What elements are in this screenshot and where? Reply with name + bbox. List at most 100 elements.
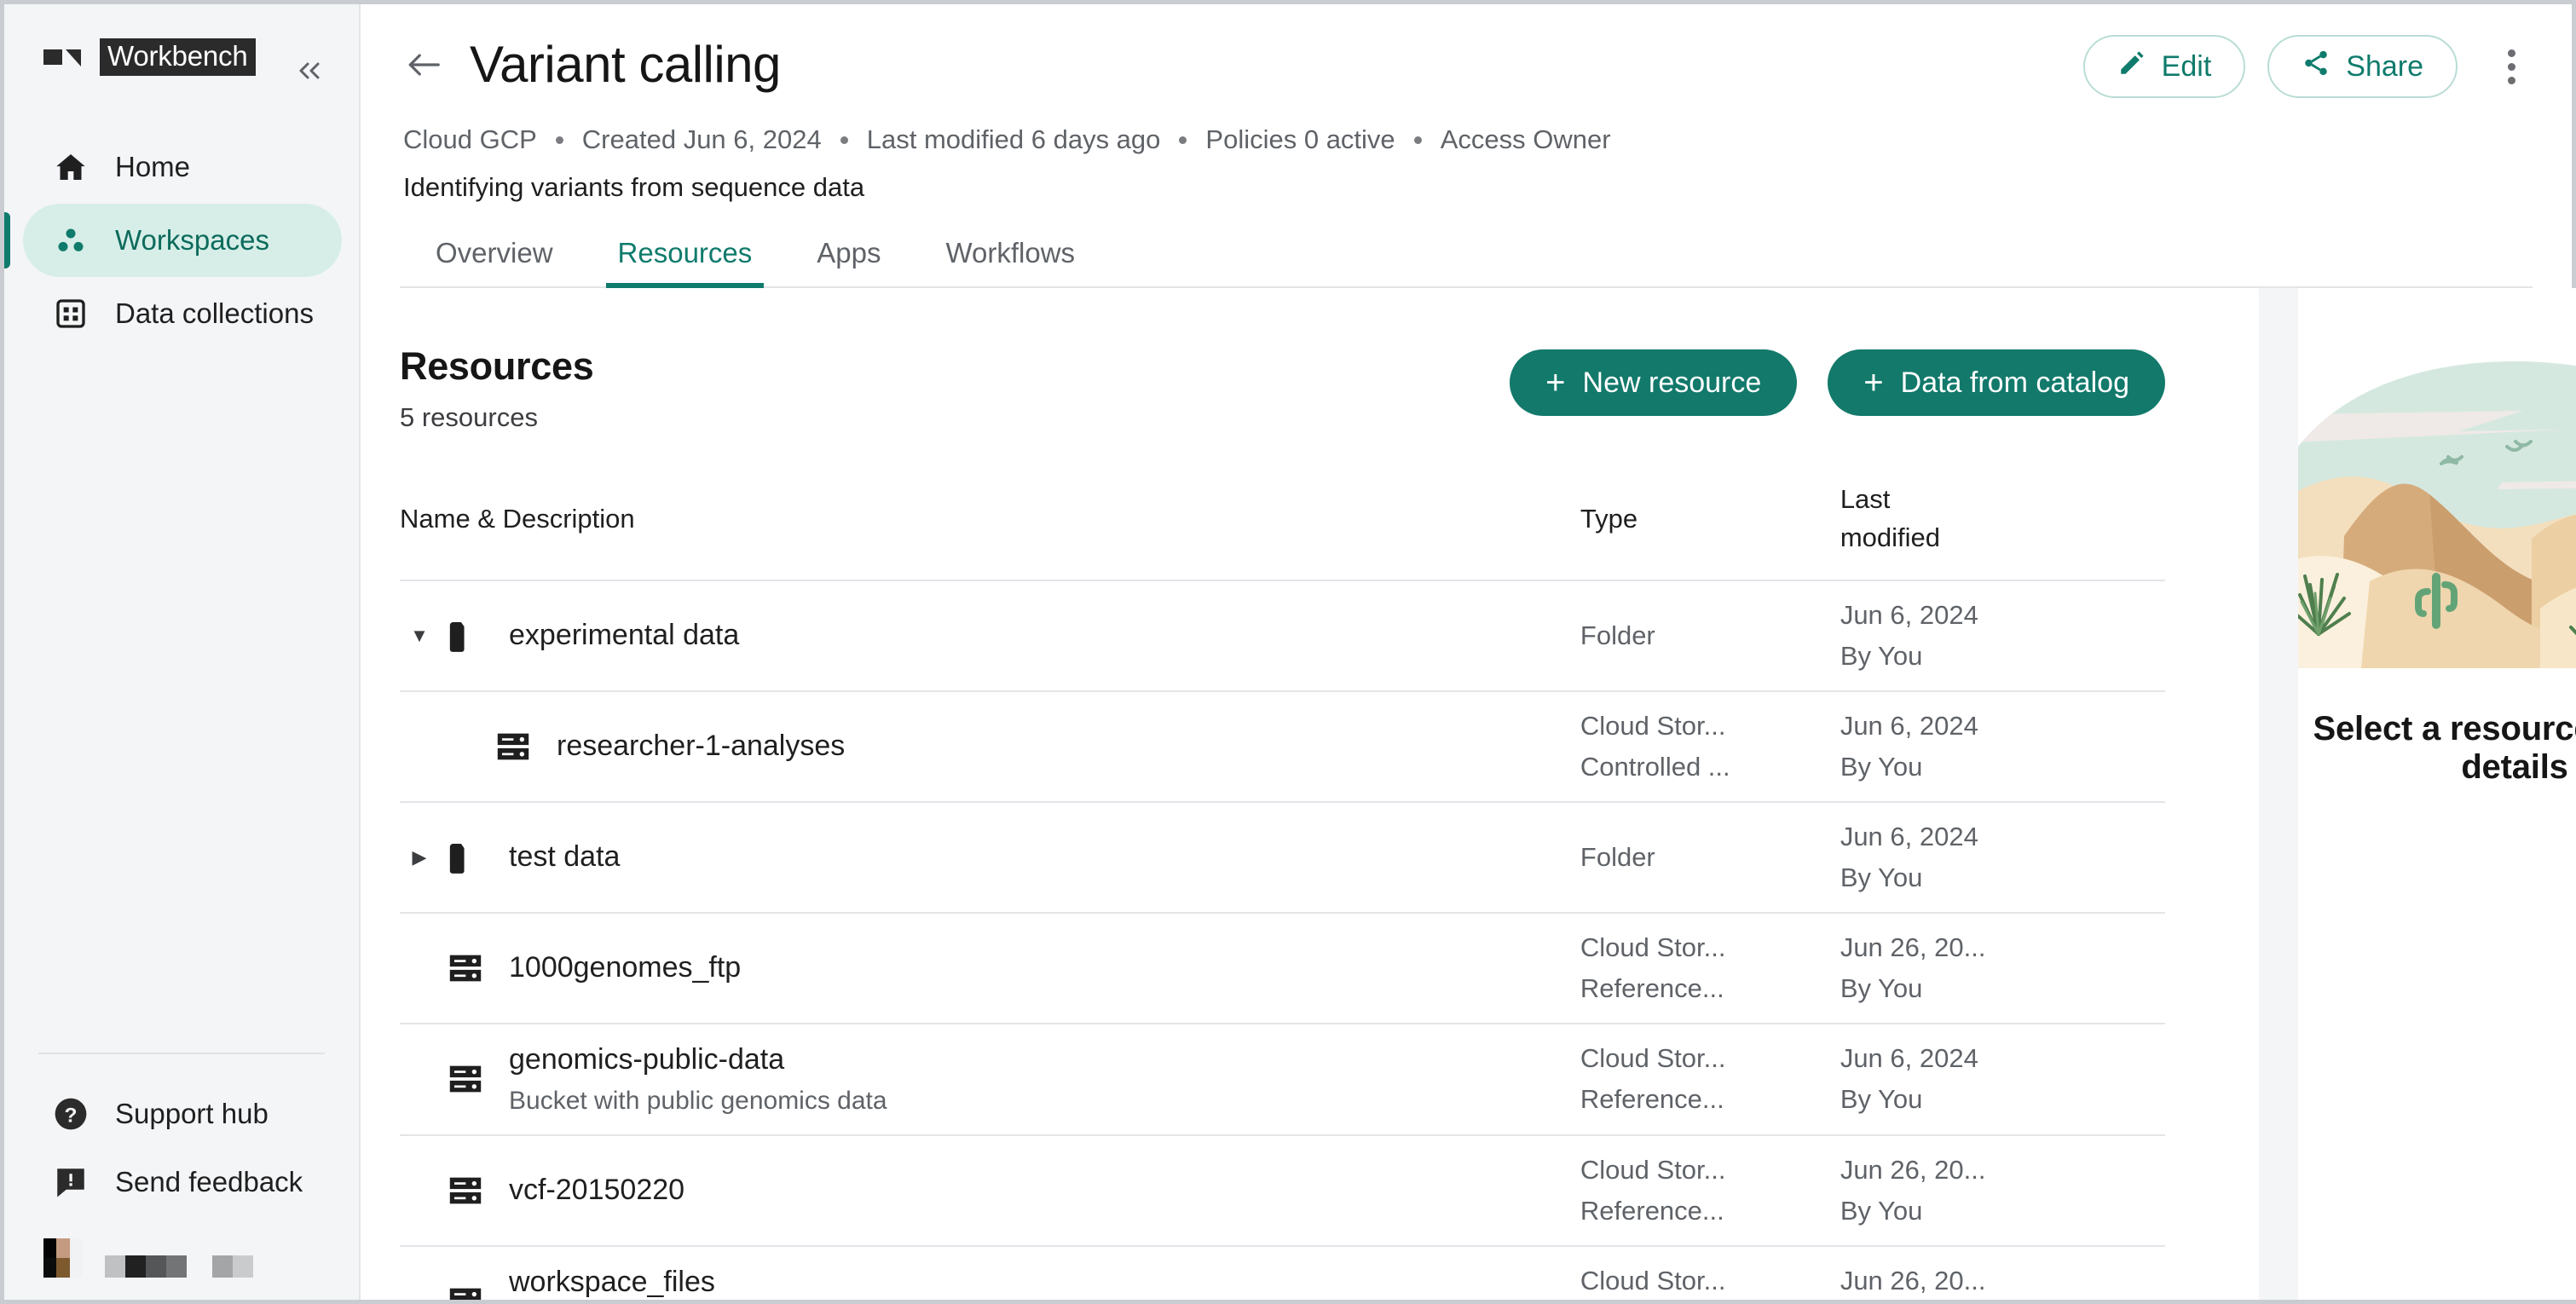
kebab-menu-icon[interactable] (2485, 40, 2538, 93)
row-name-cell: ▶ (400, 912, 1580, 1024)
tab-bar: Overview Resources Apps Workflows (400, 237, 2533, 288)
sidebar-item-workspaces[interactable]: Workspaces (4, 204, 342, 277)
desert-landscape-illustration (2259, 353, 2576, 672)
resources-pane: Resources 5 resources + New resource + D… (361, 288, 2259, 1300)
new-resource-button[interactable]: + New resource (1510, 349, 1798, 416)
row-modified-by: By You (1840, 751, 1923, 782)
workbench-logo-icon (43, 44, 83, 70)
row-name-cell: ▶ (400, 1245, 1580, 1300)
data-from-catalog-button[interactable]: + Data from catalog (1828, 349, 2165, 416)
table-body: ▼ experimental data Folder Jun 6, 2024 B… (400, 580, 2165, 1300)
row-type-cell: Folder (1580, 580, 1840, 692)
workspace-description: Identifying variants from sequence data (403, 172, 865, 202)
vertical-scrollbar[interactable] (2259, 288, 2298, 1300)
expand-toggle-icon[interactable]: ▶ (400, 847, 439, 867)
row-modified-by: By You (1840, 972, 1923, 1003)
table-head: Name & Description Type Last modified (400, 481, 2165, 581)
row-type-line2: Controlled ... (1580, 751, 1730, 782)
row-type-line1: Cloud Stor... (1580, 1043, 1726, 1074)
table-row[interactable]: ▶ (400, 690, 2165, 803)
column-header-type[interactable]: Type (1580, 481, 1840, 581)
bucket-icon (439, 1171, 492, 1210)
row-type-cell: Cloud Stor... Controlled ... (1580, 690, 1840, 803)
row-modified-cell: Jun 26, 20... By You (1840, 912, 2165, 1024)
row-name: 1000genomes_ftp (509, 951, 742, 984)
meta-created: Created Jun 6, 2024 (581, 124, 822, 154)
header-actions: Edit Share (2082, 35, 2538, 98)
sidebar-item-data-collections[interactable]: Data collections (23, 277, 342, 350)
row-type-line1: Cloud Stor... (1580, 1266, 1726, 1296)
bucket-icon (439, 1059, 492, 1099)
svg-text:?: ? (65, 1104, 78, 1127)
sidebar-item-label: Home (115, 151, 191, 182)
row-modified-cell: Jun 6, 2024 By You (1840, 1023, 2165, 1136)
sidebar-nav: Home Workspaces Data collections (4, 130, 359, 350)
row-name: experimental data (509, 619, 740, 652)
details-pane: Select a resource to view details (2259, 288, 2576, 1300)
row-name: test data (509, 840, 621, 874)
sidebar-item-label: Workspaces (115, 224, 269, 256)
data-collections-icon (52, 295, 90, 332)
row-name-cell: ▼ experimental data (400, 580, 1580, 692)
sidebar-divider (38, 1053, 325, 1054)
tab-overview[interactable]: Overview (403, 237, 586, 286)
row-type-line1: Folder (1580, 841, 1655, 872)
row-modified-date: Jun 26, 20... (1840, 1266, 1986, 1296)
arrow-left-icon[interactable] (400, 41, 448, 89)
user-account-row[interactable] (4, 1216, 359, 1278)
sidebar-item-label: Support hub (115, 1098, 269, 1129)
main-content: Variant calling Edit Share Cloud GCP Cre… (361, 4, 2576, 1300)
table-row[interactable]: ▶ (400, 1134, 2165, 1247)
sidebar-item-send-feedback[interactable]: Send feedback (4, 1148, 359, 1216)
tab-label: Overview (436, 237, 553, 268)
user-name-redacted (105, 1238, 253, 1278)
resources-title: Resources (400, 344, 594, 388)
expand-toggle-icon[interactable]: ▼ (400, 626, 439, 645)
row-modified-date: Jun 6, 2024 (1840, 1043, 1978, 1074)
tab-workflows[interactable]: Workflows (913, 237, 1107, 286)
bucket-icon (487, 727, 540, 766)
data-from-catalog-label: Data from catalog (1900, 366, 2129, 399)
table-row[interactable]: ▼ experimental data Folder Jun 6, 2024 B… (400, 580, 2165, 692)
resources-actions: + New resource + Data from catalog (1510, 344, 2165, 416)
meta-separator-dot (555, 136, 563, 144)
sidebar-item-label: Send feedback (115, 1166, 303, 1197)
edit-button[interactable]: Edit (2082, 35, 2246, 98)
workspace-meta: Cloud GCP Created Jun 6, 2024 Last modif… (400, 94, 2533, 155)
share-button[interactable]: Share (2267, 35, 2458, 98)
table-row[interactable]: ▶ (400, 1023, 2165, 1136)
edit-button-label: Edit (2161, 49, 2212, 83)
column-header-last-modified[interactable]: Last modified (1840, 481, 2165, 581)
sidebar-item-home[interactable]: Home (23, 130, 342, 204)
row-modified-date: Jun 6, 2024 (1840, 821, 1978, 851)
column-header-name[interactable]: Name & Description (400, 481, 1580, 581)
sidebar-item-support-hub[interactable]: ? Support hub (4, 1080, 359, 1148)
row-modified-date: Jun 26, 20... (1840, 932, 1986, 962)
table-row[interactable]: ▶ (400, 912, 2165, 1024)
brand-row: Workbench (4, 33, 359, 81)
row-type-line2: Reference... (1580, 1084, 1724, 1115)
row-modified-date: Jun 6, 2024 (1840, 710, 1978, 741)
meta-access: Access Owner (1440, 124, 1611, 154)
tab-apps[interactable]: Apps (784, 237, 913, 286)
row-modified-cell: Jun 6, 2024 By You (1840, 580, 2165, 692)
meta-separator-dot (1179, 136, 1187, 144)
row-type-cell: Cloud Stor... Controlled ... (1580, 1245, 1840, 1300)
workspaces-icon (52, 222, 90, 259)
row-name: genomics-public-data (509, 1042, 785, 1076)
table-header-row: Name & Description Type Last modified (400, 481, 2165, 581)
page-header: Variant calling Edit Share Cloud GCP Cre… (361, 4, 2572, 288)
avatar (43, 1238, 83, 1278)
col-mod-line2: modified (1840, 522, 1940, 552)
chevron-double-left-icon[interactable] (291, 52, 328, 89)
row-modified-cell: Jun 6, 2024 By You (1840, 690, 2165, 803)
table-row[interactable]: ▶ test data Folder Jun 6, 2024 By You (400, 801, 2165, 914)
row-type-cell: Cloud Stor... Reference... (1580, 1023, 1840, 1136)
new-resource-label: New resource (1582, 366, 1762, 399)
row-modified-by: By You (1840, 1084, 1923, 1115)
table-row[interactable]: ▶ (400, 1245, 2165, 1300)
plus-icon: + (1863, 364, 1884, 401)
row-type-cell: Cloud Stor... Reference... (1580, 912, 1840, 1024)
tab-resources[interactable]: Resources (586, 237, 785, 288)
row-type-line2: Reference... (1580, 972, 1724, 1003)
